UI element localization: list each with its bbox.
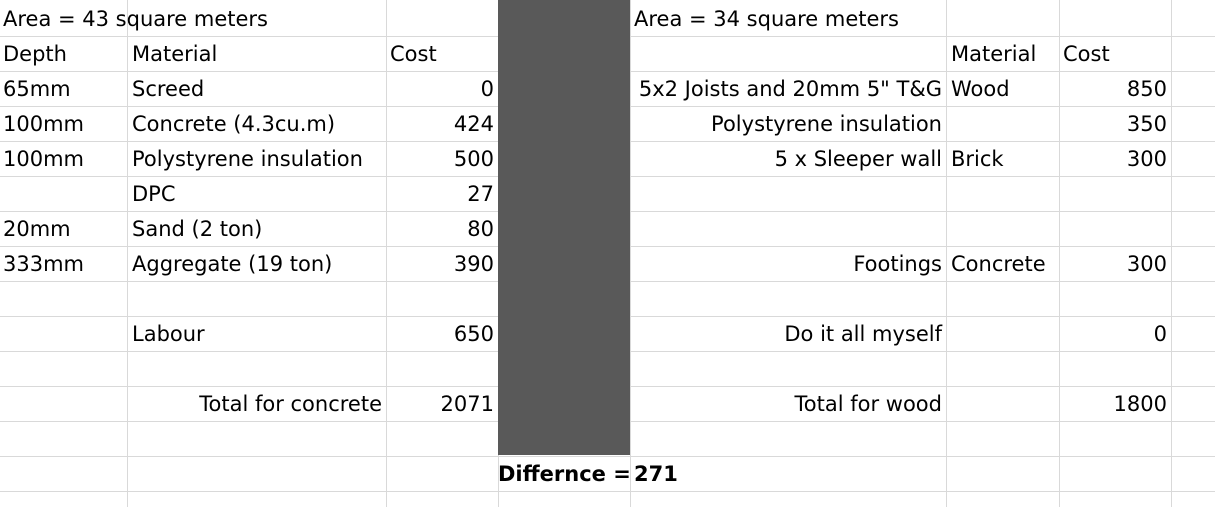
difference-label[interactable]: Differnce = <box>498 457 631 492</box>
diy-label[interactable]: Do it all myself <box>631 317 946 352</box>
right-cost-cell[interactable]: 350 <box>1060 107 1171 142</box>
wood-total-value[interactable]: 1800 <box>1060 387 1171 422</box>
left-cost-cell[interactable]: 500 <box>387 142 498 177</box>
right-item-cell[interactable]: 5x2 Joists and 20mm 5" T&G <box>631 72 946 107</box>
right-header-cost[interactable]: Cost <box>1060 37 1171 72</box>
left-cost-cell[interactable]: 390 <box>387 247 498 282</box>
left-depth-cell[interactable]: 100mm <box>0 142 127 177</box>
left-material-cell[interactable]: Polystyrene insulation <box>129 142 386 177</box>
left-cost-cell[interactable]: 80 <box>387 212 498 247</box>
left-depth-cell[interactable]: 100mm <box>0 107 127 142</box>
right-cost-cell[interactable]: 300 <box>1060 142 1171 177</box>
left-depth-cell[interactable]: 20mm <box>0 212 127 247</box>
difference-value[interactable]: 271 <box>631 457 946 492</box>
concrete-total-value[interactable]: 2071 <box>387 387 498 422</box>
left-depth-cell[interactable]: 333mm <box>0 247 127 282</box>
header-depth[interactable]: Depth <box>0 37 127 72</box>
left-material-cell[interactable]: Sand (2 ton) <box>129 212 386 247</box>
header-cost[interactable]: Cost <box>387 37 498 72</box>
right-item-cell[interactable]: Polystyrene insulation <box>631 107 946 142</box>
right-material-cell[interactable]: Brick <box>948 142 1059 177</box>
diy-cost[interactable]: 0 <box>1060 317 1171 352</box>
left-area-cell[interactable]: Area = 43 square meters <box>0 2 386 37</box>
left-material-cell[interactable]: Aggregate (19 ton) <box>129 247 386 282</box>
right-header-material[interactable]: Material <box>948 37 1059 72</box>
left-cost-cell[interactable]: 27 <box>387 177 498 212</box>
left-material-cell[interactable]: DPC <box>129 177 386 212</box>
left-depth-cell[interactable] <box>0 177 127 212</box>
labour-cost[interactable]: 650 <box>387 317 498 352</box>
right-item-cell[interactable]: 5 x Sleeper wall <box>631 142 946 177</box>
left-depth-cell[interactable]: 65mm <box>0 72 127 107</box>
left-cost-cell[interactable]: 0 <box>387 72 498 107</box>
divider-column <box>498 0 630 455</box>
wood-total-label[interactable]: Total for wood <box>631 387 946 422</box>
right-material-cell[interactable]: Concrete <box>948 247 1059 282</box>
left-material-cell[interactable]: Concrete (4.3cu.m) <box>129 107 386 142</box>
labour-label[interactable]: Labour <box>129 317 386 352</box>
left-cost-cell[interactable]: 424 <box>387 107 498 142</box>
right-cost-cell[interactable]: 300 <box>1060 247 1171 282</box>
right-material-cell[interactable]: Wood <box>948 72 1059 107</box>
concrete-total-label[interactable]: Total for concrete <box>129 387 386 422</box>
right-material-cell[interactable] <box>948 107 1059 142</box>
header-material[interactable]: Material <box>129 37 386 72</box>
left-material-cell[interactable]: Screed <box>129 72 386 107</box>
right-cost-cell[interactable]: 850 <box>1060 72 1171 107</box>
right-area-cell[interactable]: Area = 34 square meters <box>631 2 946 37</box>
right-item-cell[interactable]: Footings <box>631 247 946 282</box>
